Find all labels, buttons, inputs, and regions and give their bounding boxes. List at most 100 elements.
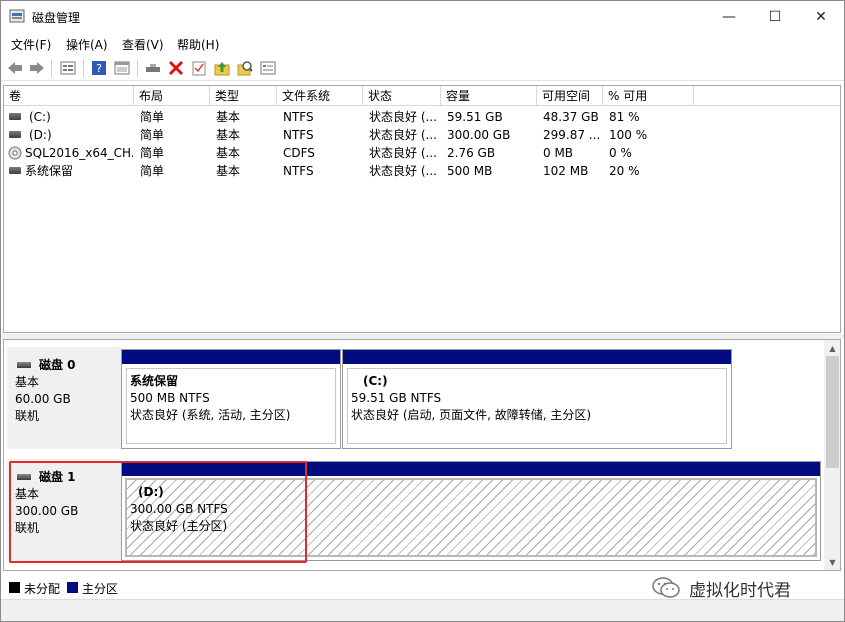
volume-icon: [9, 113, 21, 120]
status-bar: [1, 599, 844, 621]
legend-unallocated: 未分配: [24, 582, 61, 596]
partition-body: 系统保留 500 MB NTFS 状态良好 (系统, 活动, 主分区): [126, 368, 336, 444]
cell-percent-free: 81 %: [609, 110, 640, 124]
svg-text:?: ?: [96, 62, 102, 75]
column-header-type[interactable]: 类型: [210, 86, 277, 106]
cell-free-space: 48.37 GB: [543, 110, 599, 124]
partition-name: 系统保留: [130, 374, 179, 388]
check-button[interactable]: [190, 59, 208, 77]
disk-management-window: 磁盘管理 — ☐ ✕ 文件(F) 操作(A) 查看(V) 帮助(H) ? 卷 布…: [0, 0, 845, 622]
minimize-button[interactable]: —: [706, 1, 752, 32]
column-header-percent-free[interactable]: % 可用: [603, 86, 694, 106]
cell-filesystem: NTFS: [283, 128, 314, 142]
check-icon: [192, 61, 206, 76]
disk-0-label[interactable]: 磁盘 0 基本 60.00 GB 联机: [7, 347, 121, 449]
disk-0-state: 联机: [15, 409, 40, 423]
volume-icon: [9, 167, 21, 174]
disk-management-app-icon: [9, 9, 25, 23]
close-button[interactable]: ✕: [798, 1, 844, 32]
delete-icon: [168, 60, 184, 76]
scroll-down-icon[interactable]: ▼: [824, 554, 840, 570]
primary-partition-swatch: [67, 582, 78, 593]
menu-action[interactable]: 操作(A): [66, 36, 108, 53]
console-button[interactable]: [259, 59, 277, 77]
search-icon: [237, 61, 253, 76]
toolbar: ?: [1, 55, 844, 81]
column-header-status[interactable]: 状态: [363, 86, 441, 106]
cell-type: 基本: [216, 164, 241, 178]
list-item[interactable]: (C:) 简单 基本 NTFS 状态良好 (... 59.51 GB 48.37…: [4, 108, 840, 126]
disk-icon: [17, 362, 31, 368]
cd-rom-icon: [8, 146, 22, 160]
cell-status: 状态良好 (...: [369, 146, 437, 160]
cell-layout: 简单: [140, 128, 165, 142]
scroll-thumb[interactable]: [826, 356, 839, 468]
menu-view[interactable]: 查看(V): [122, 36, 164, 53]
partition-bar: [122, 350, 340, 364]
cell-volume: SQL2016_x64_CH...: [25, 146, 133, 160]
back-button[interactable]: [6, 59, 24, 77]
partition-name: (C:): [363, 374, 388, 388]
cell-capacity: 500 MB: [447, 164, 493, 178]
partition-size: 500 MB NTFS: [130, 391, 210, 405]
menu-file[interactable]: 文件(F): [11, 36, 51, 53]
column-header-capacity[interactable]: 容量: [441, 86, 537, 106]
wechat-icon: [652, 577, 680, 598]
cell-type: 基本: [216, 110, 241, 124]
help-button[interactable]: ?: [90, 59, 108, 77]
disk-name: 磁盘 0: [15, 357, 121, 374]
cell-capacity: 59.51 GB: [447, 110, 503, 124]
partition-status: 状态良好 (系统, 活动, 主分区): [130, 408, 291, 422]
column-header-volume[interactable]: 卷: [4, 86, 134, 106]
partition-size: 59.51 GB NTFS: [351, 391, 442, 405]
vertical-scrollbar[interactable]: ▲ ▼: [824, 340, 840, 570]
cell-status: 状态良好 (...: [369, 164, 437, 178]
cell-percent-free: 100 %: [609, 128, 648, 142]
view-button[interactable]: [113, 59, 131, 77]
list-item[interactable]: SQL2016_x64_CH... 简单 基本 CDFS 状态良好 (... 2…: [4, 144, 840, 162]
console-icon: [260, 61, 276, 75]
column-header-layout[interactable]: 布局: [134, 86, 210, 106]
forward-arrow-icon: [30, 62, 44, 74]
list-item[interactable]: 系统保留 简单 基本 NTFS 状态良好 (... 500 MB 102 MB …: [4, 162, 840, 180]
list-header: 卷 布局 类型 文件系统 状态 容量 可用空间 % 可用: [4, 86, 840, 106]
properties-list-icon: [60, 61, 76, 75]
scroll-up-icon[interactable]: ▲: [824, 340, 840, 356]
view-icon: [114, 61, 130, 75]
legend-primary-partition: 主分区: [82, 582, 119, 596]
window-title: 磁盘管理: [32, 11, 81, 25]
cell-percent-free: 20 %: [609, 164, 640, 178]
forward-button[interactable]: [28, 59, 46, 77]
cell-status: 状态良好 (...: [369, 128, 437, 142]
toolbar-separator: [51, 60, 52, 77]
back-arrow-icon: [8, 62, 22, 74]
highlight-box: [9, 461, 307, 563]
maximize-button[interactable]: ☐: [752, 1, 798, 32]
column-header-free-space[interactable]: 可用空间: [537, 86, 603, 106]
properties-button[interactable]: [59, 59, 77, 77]
list-item[interactable]: (D:) 简单 基本 NTFS 状态良好 (... 300.00 GB 299.…: [4, 126, 840, 144]
menu-help[interactable]: 帮助(H): [177, 36, 219, 53]
connect-disk-button[interactable]: [144, 59, 162, 77]
volume-list: 卷 布局 类型 文件系统 状态 容量 可用空间 % 可用 (C:) 简单 基本 …: [3, 85, 841, 333]
up-folder-button[interactable]: [213, 59, 231, 77]
up-folder-icon: [214, 62, 230, 76]
delete-button[interactable]: [167, 59, 185, 77]
disk-0-name: 磁盘 0: [39, 358, 76, 372]
cell-volume: (C:): [29, 110, 51, 124]
partition-body: (C:) 59.51 GB NTFS 状态良好 (启动, 页面文件, 故障转储,…: [347, 368, 727, 444]
partition-system-reserved[interactable]: 系统保留 500 MB NTFS 状态良好 (系统, 活动, 主分区): [121, 349, 341, 449]
disk-0-type: 基本: [15, 375, 40, 389]
watermark: 虚拟化时代君: [651, 575, 791, 601]
menu-bar: 文件(F) 操作(A) 查看(V) 帮助(H): [1, 32, 844, 54]
cell-type: 基本: [216, 128, 241, 142]
search-button[interactable]: [236, 59, 254, 77]
cell-layout: 简单: [140, 110, 165, 124]
connect-disk-icon: [146, 64, 160, 72]
partition-status: 状态良好 (启动, 页面文件, 故障转储, 主分区): [351, 408, 592, 422]
column-header-filesystem[interactable]: 文件系统: [277, 86, 363, 106]
partition-c[interactable]: (C:) 59.51 GB NTFS 状态良好 (启动, 页面文件, 故障转储,…: [342, 349, 732, 449]
toolbar-separator: [83, 60, 84, 77]
cell-capacity: 2.76 GB: [447, 146, 496, 160]
maximize-icon: ☐: [768, 8, 782, 25]
